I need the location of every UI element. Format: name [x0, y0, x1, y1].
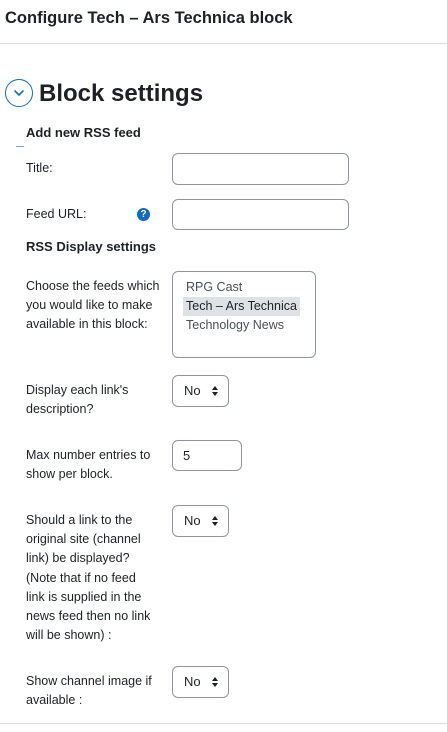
channel-image-value: No — [184, 674, 201, 689]
footer-divider — [0, 723, 447, 724]
channel-link-value: No — [184, 513, 201, 528]
channel-image-select[interactable]: No — [172, 666, 229, 698]
help-icon[interactable]: ? — [137, 208, 150, 221]
display-settings-heading: RSS Display settings — [26, 239, 157, 254]
focus-indicator — [16, 146, 24, 147]
title-input[interactable] — [172, 153, 349, 185]
sort-caret-icon — [212, 516, 218, 526]
feeds-listbox[interactable]: RPG Cast Tech – Ars Technica Technology … — [172, 271, 316, 358]
sort-caret-icon — [212, 386, 218, 396]
add-feed-heading: Add new RSS feed — [26, 125, 141, 140]
feed-url-label: Feed URL: — [26, 207, 87, 221]
feed-option-technology-news[interactable]: Technology News — [183, 316, 287, 335]
max-entries-input[interactable] — [172, 440, 242, 471]
feed-option-ars-technica[interactable]: Tech – Ars Technica — [183, 297, 300, 316]
channel-link-select[interactable]: No — [172, 505, 229, 537]
feed-url-input[interactable] — [172, 199, 349, 230]
channel-link-label: Should a link to the original site (chan… — [26, 513, 151, 643]
description-value: No — [184, 383, 201, 398]
page-title: Configure Tech – Ars Technica block — [5, 9, 293, 27]
title-label: Title: — [26, 161, 53, 175]
feed-option-rpg-cast[interactable]: RPG Cast — [183, 278, 245, 297]
section-collapse-toggle[interactable] — [5, 79, 33, 107]
section-title[interactable]: Block settings — [39, 80, 203, 108]
feeds-label: Choose the feeds which you would like to… — [26, 279, 160, 332]
description-label: Display each link's description? — [26, 383, 129, 417]
description-select[interactable]: No — [172, 375, 229, 407]
max-entries-label: Max number entries to show per block. — [26, 448, 151, 482]
page-header: Configure Tech – Ars Technica block — [0, 0, 447, 44]
chevron-down-icon — [14, 90, 24, 96]
channel-image-label: Show channel image if available : — [26, 674, 152, 708]
sort-caret-icon — [212, 677, 218, 687]
